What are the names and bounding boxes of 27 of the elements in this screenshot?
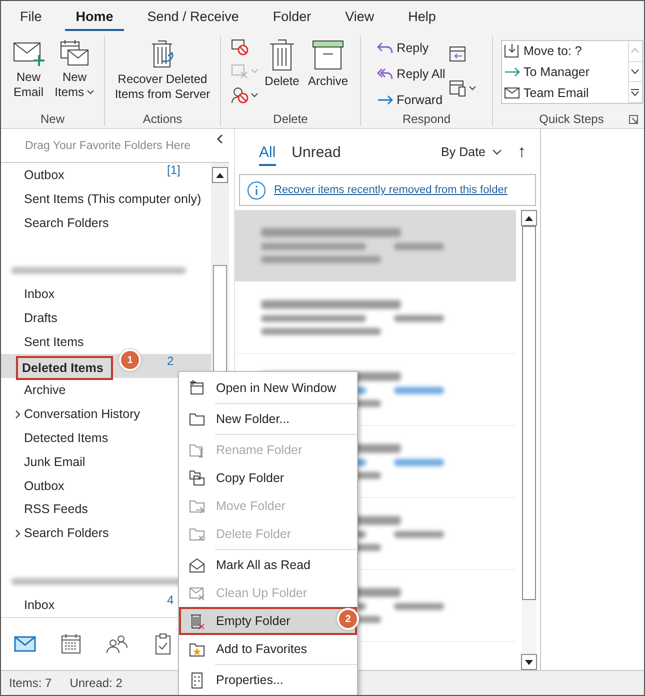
folder-name: RSS Feeds	[24, 502, 88, 516]
folder-name: Inbox	[24, 287, 55, 302]
unread-count: 2	[167, 355, 174, 368]
folder-name: Sent Items (This computer only)	[24, 192, 202, 206]
group-label: Respond	[401, 112, 452, 126]
folder-name: Junk Email	[24, 454, 86, 469]
group-label: New	[39, 112, 66, 126]
unread-count-status: Unread: 2	[70, 676, 122, 690]
folder-name: Search Folders	[24, 216, 109, 230]
unread-count: 4	[167, 594, 174, 608]
group-label: Actions	[142, 112, 184, 126]
folder-name: Detected Items	[24, 430, 108, 445]
folder-name: Outbox	[24, 168, 64, 182]
folder-name: Outbox	[24, 478, 64, 493]
group-label: Delete	[272, 112, 309, 126]
folder-name: Deleted Items	[18, 358, 112, 378]
item-count: Items: 7	[9, 676, 52, 690]
folder-name: Archive	[24, 383, 66, 398]
folder-name: Inbox	[24, 598, 55, 612]
folder-name: Conversation History	[24, 406, 140, 421]
folder-name: Search Folders	[24, 526, 109, 540]
folder-name: Sent Items	[24, 335, 84, 350]
group-label: Quick Steps	[539, 112, 604, 126]
step-badge: 1	[119, 349, 141, 372]
unread-count: [1]	[167, 164, 180, 177]
favorites-hint: Drag Your Favorite Folders Here	[25, 140, 191, 152]
folder-name: Drafts	[24, 311, 58, 326]
